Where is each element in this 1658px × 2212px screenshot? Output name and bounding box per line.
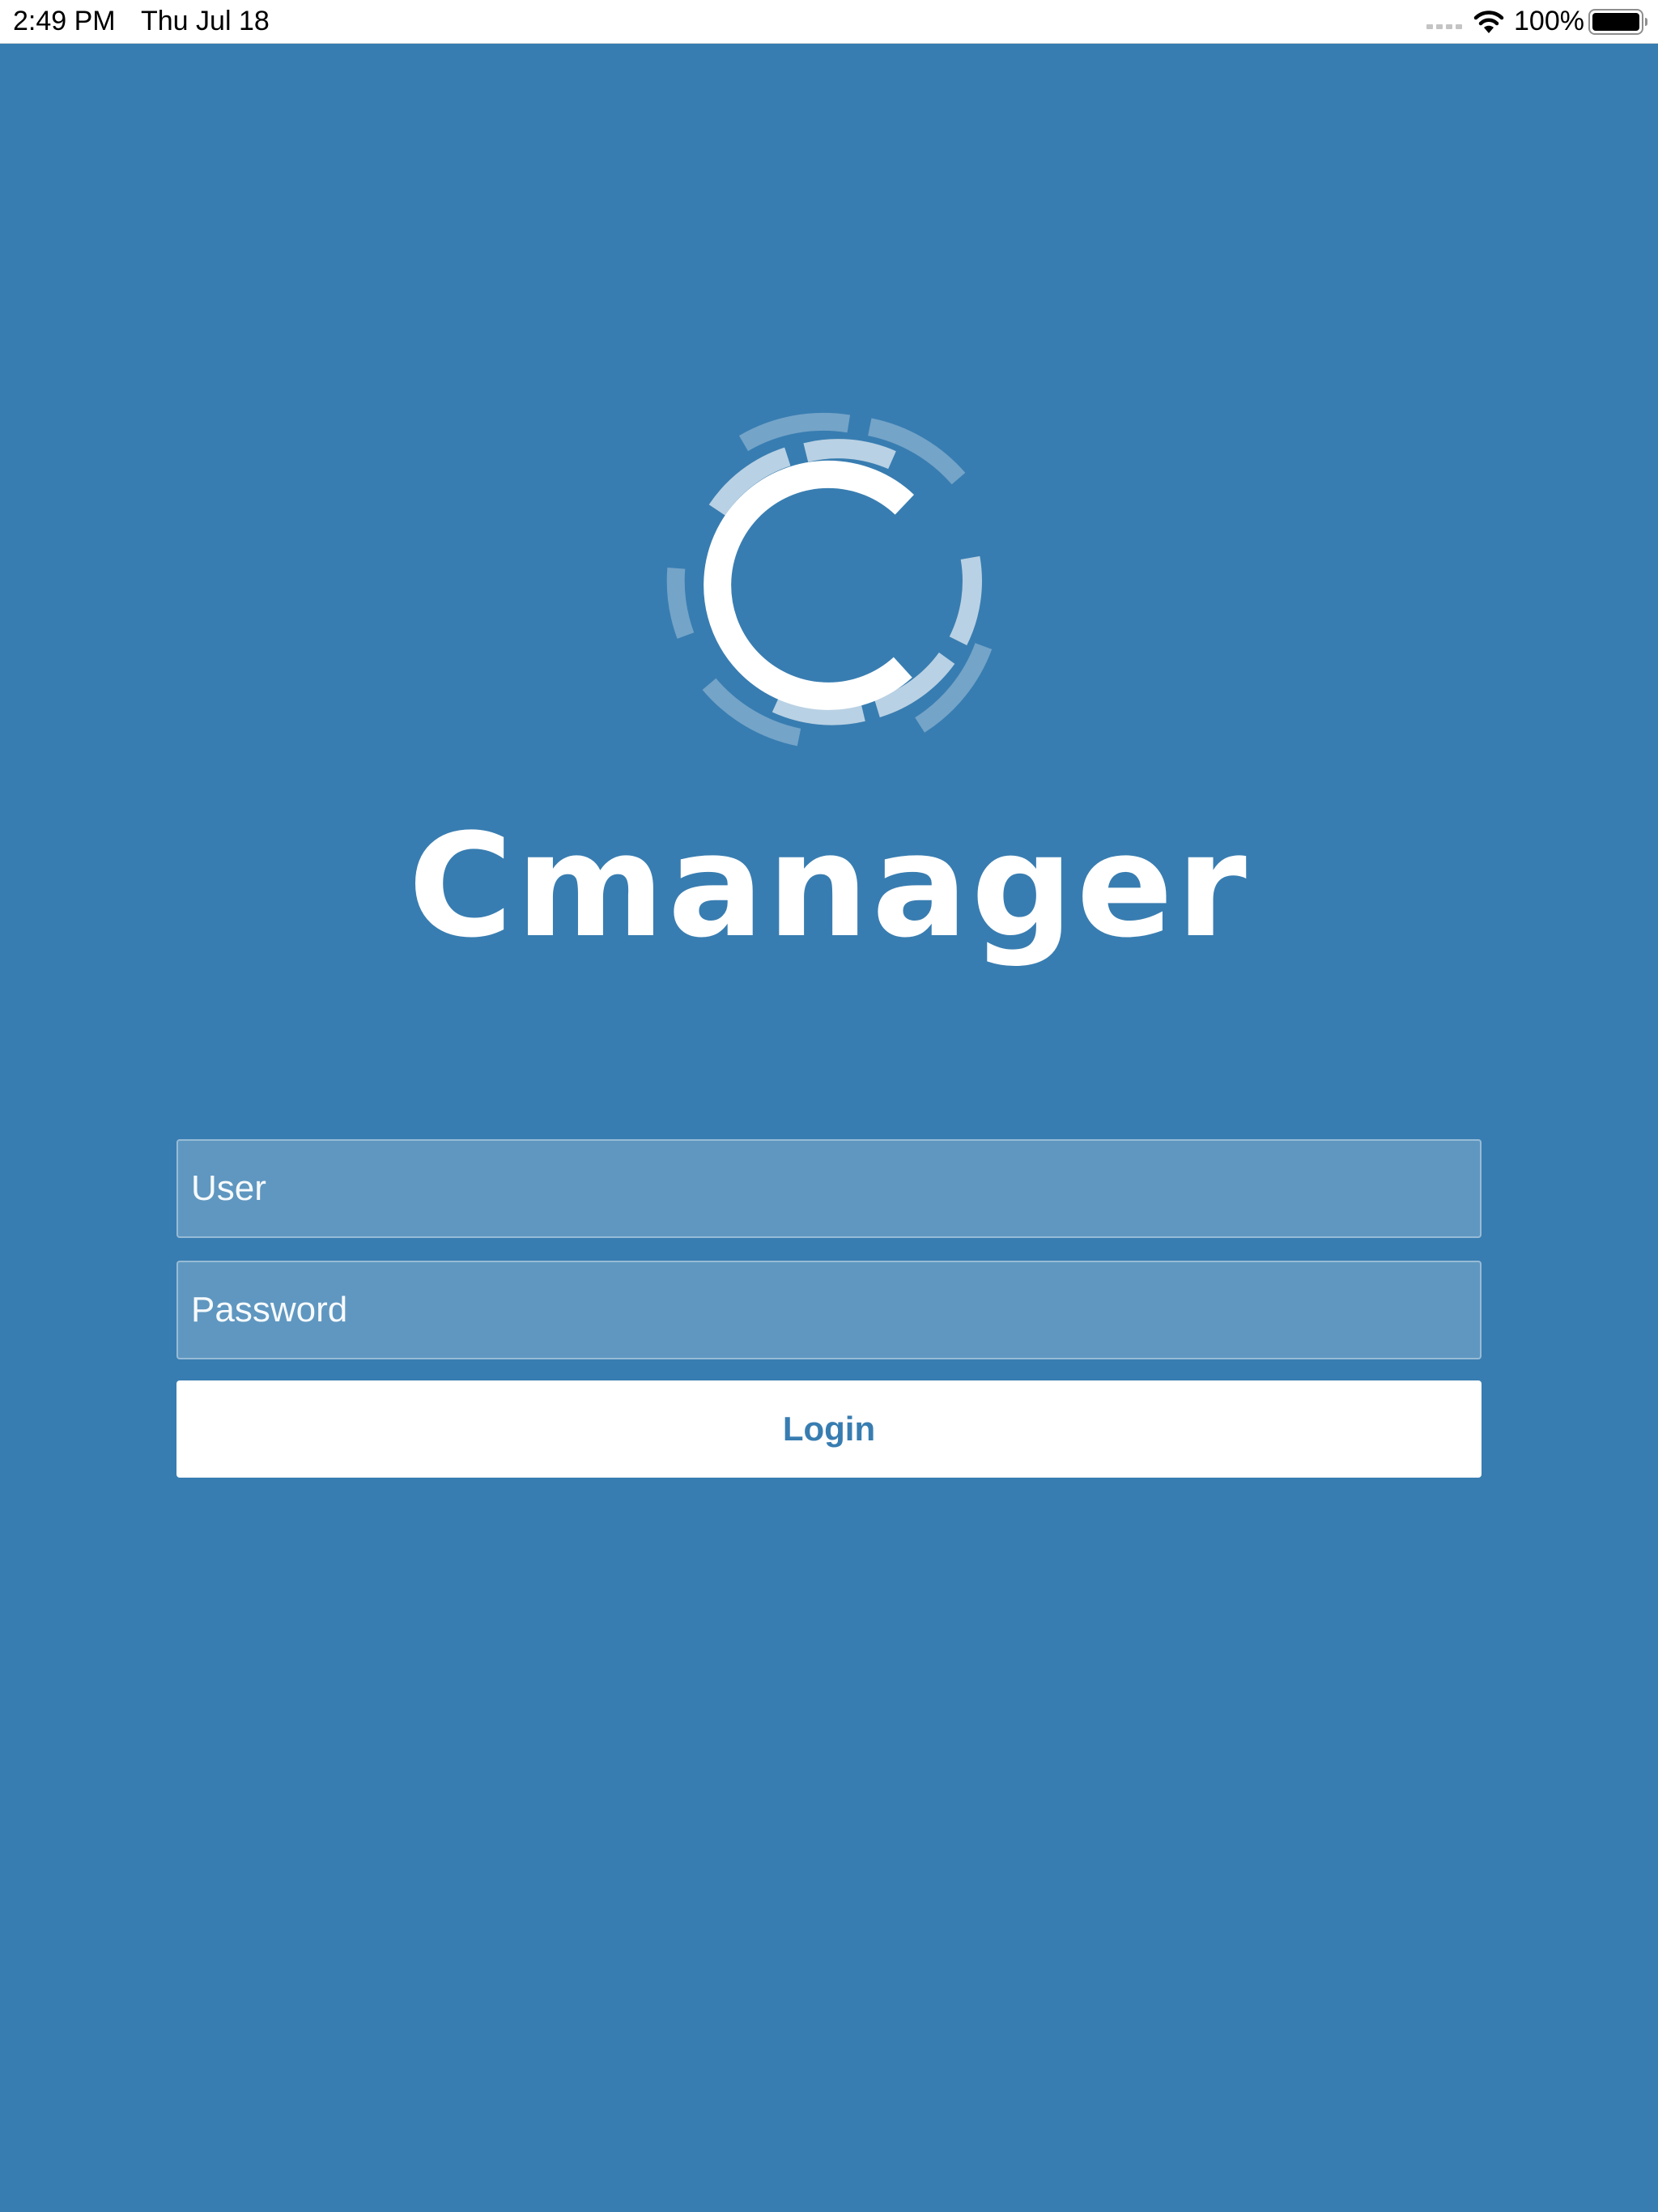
status-time: 2:49 PM [13,6,116,36]
battery-percent: 100% [1514,6,1584,36]
user-input[interactable] [176,1139,1482,1238]
wifi-icon [1473,11,1504,33]
password-input[interactable] [176,1261,1482,1359]
login-button[interactable]: Login [176,1380,1482,1478]
status-bar: 2:49 PM Thu Jul 18 100% [0,0,1658,44]
app-name-wordmark: Cmanager [408,803,1250,969]
cmanager-logo-icon [666,412,993,747]
status-date: Thu Jul 18 [141,6,270,36]
signal-icon [1426,24,1462,29]
battery-icon [1588,9,1647,35]
